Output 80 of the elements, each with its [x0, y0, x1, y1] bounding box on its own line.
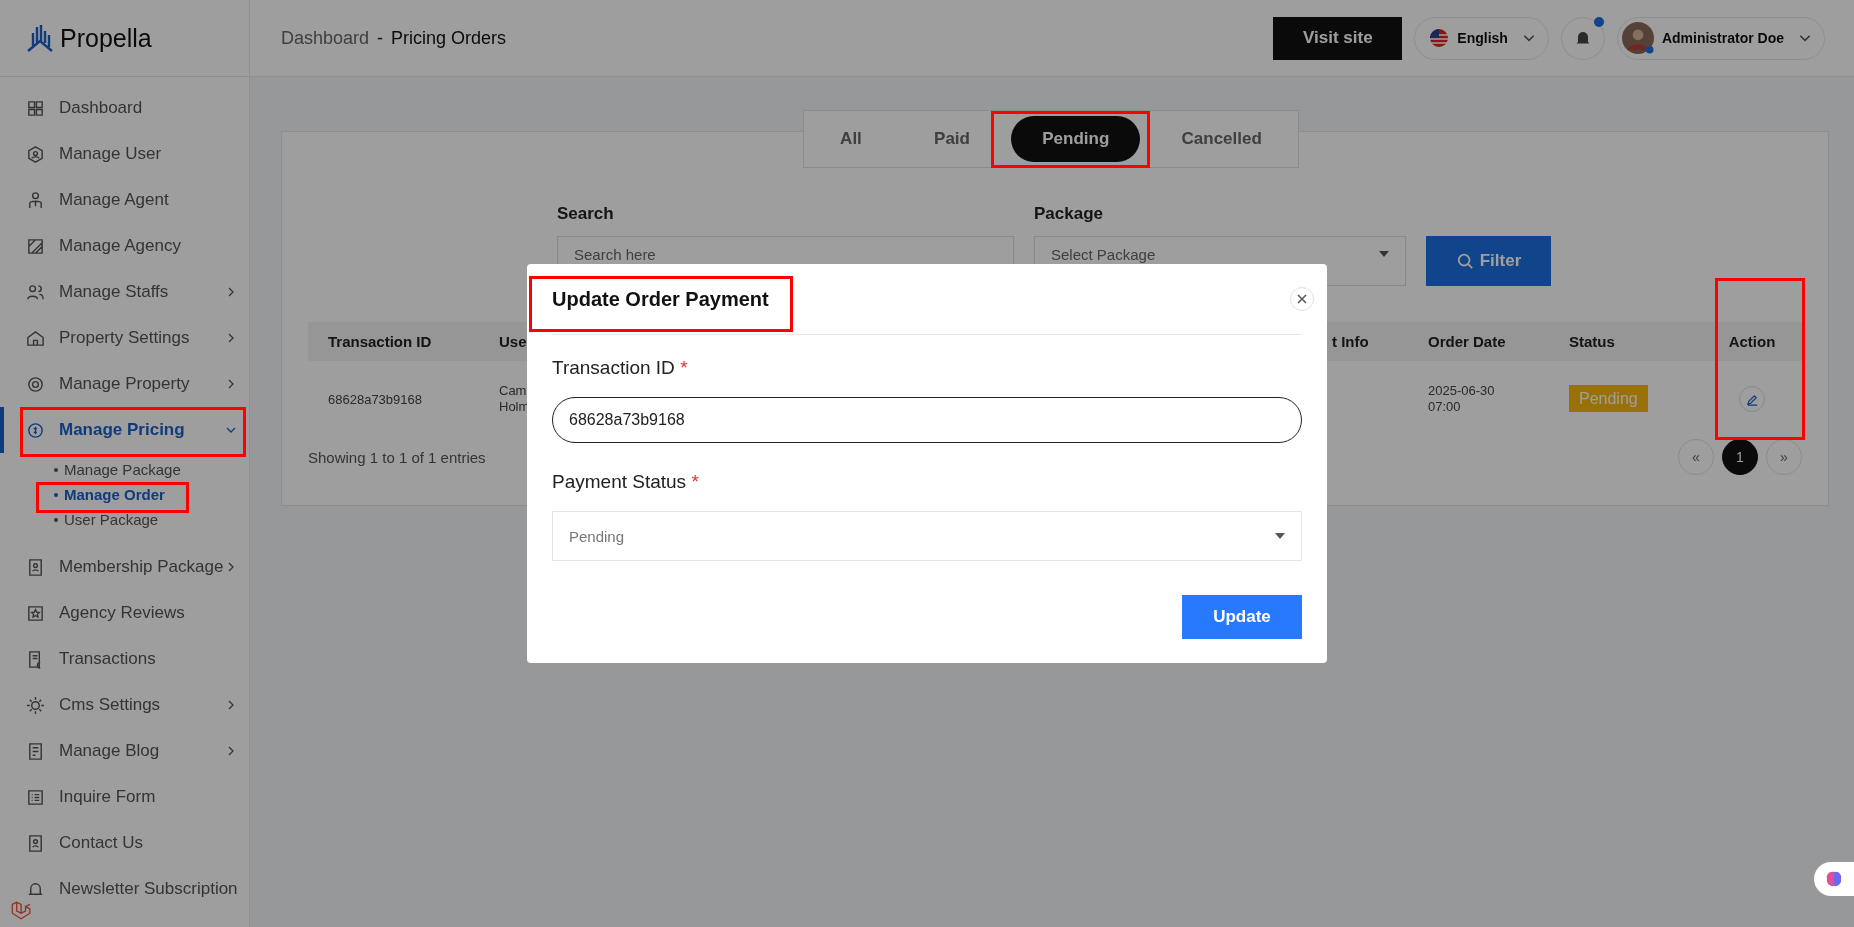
page-title: Pricing Orders	[391, 27, 507, 49]
sidebar-item[interactable]: Membership Package	[0, 544, 249, 590]
sidebar-item[interactable]: Manage User	[0, 131, 249, 177]
table-cell-text: 68628a73b9168	[327, 391, 423, 407]
menu-icon	[26, 741, 45, 761]
sidebar-item[interactable]: Manage Pricing	[0, 407, 249, 453]
payment-status-select[interactable]: Pending	[552, 511, 1302, 561]
menu-icon	[26, 603, 45, 623]
field-label: Package	[1034, 204, 1104, 224]
visit-site-button[interactable]: Visit site	[1273, 16, 1403, 60]
column-header: t Info	[1331, 333, 1370, 350]
entries-info: Showing 1 to 1 of 1 entries	[308, 448, 486, 466]
sidebar-item[interactable]: Manage Staffs	[0, 269, 249, 315]
column-header: Transaction ID	[327, 333, 433, 350]
submenu-item[interactable]: User Package	[54, 507, 159, 532]
page-button[interactable]: »	[1766, 439, 1802, 475]
breadcrumb-link[interactable]: Dashboard	[281, 27, 370, 49]
sidebar-item[interactable]: Contact Us	[0, 820, 249, 866]
sidebar-item[interactable]: Inquire Form	[0, 774, 249, 820]
brain-icon	[1824, 869, 1844, 889]
menu-icon	[26, 98, 45, 118]
menu-icon	[26, 328, 45, 348]
submenu-item[interactable]: Manage Order	[54, 482, 165, 507]
status-badge: Pending	[1569, 385, 1648, 412]
user-menu[interactable]: Administrator Doe	[1616, 16, 1825, 60]
sidebar-item[interactable]: Property Settings	[0, 315, 249, 361]
edit-icon	[1745, 392, 1759, 406]
logo-icon	[9, 900, 31, 922]
field-label: Search	[557, 204, 615, 224]
field-label: Transaction ID *	[552, 357, 689, 379]
menu-icon	[26, 420, 45, 440]
caret-icon	[1275, 533, 1285, 539]
column-header: Use	[498, 333, 528, 350]
sidebar-item[interactable]: Manage Agent	[0, 177, 249, 223]
menu-icon	[26, 374, 45, 394]
transaction-id-field[interactable]: 68628a73b9168	[552, 397, 1302, 443]
avatar-icon	[1621, 22, 1654, 54]
filter-button[interactable]: Filter	[1426, 236, 1551, 286]
page-button[interactable]: «	[1678, 439, 1714, 475]
breadcrumb-separator: -	[377, 27, 384, 49]
table-cell-text: 2025-06-30 07:00	[1427, 382, 1496, 416]
sidebar-item[interactable]: Manage Property	[0, 361, 249, 407]
logo-text: Propella	[60, 23, 152, 53]
sidebar-item[interactable]: Manage Agency	[0, 223, 249, 269]
sidebar-item[interactable]: Manage Blog	[0, 728, 249, 774]
column-header: Action	[1727, 333, 1777, 350]
update-button[interactable]: Update	[1182, 595, 1302, 639]
logo-icon	[26, 23, 54, 53]
sidebar-item[interactable]: Cms Settings	[0, 682, 249, 728]
close-button[interactable]	[1290, 287, 1314, 311]
submenu-item[interactable]: Manage Package	[54, 457, 181, 482]
menu-icon	[26, 144, 45, 164]
close-icon	[1297, 294, 1307, 304]
filter-tab[interactable]: Pending	[1011, 116, 1141, 162]
filter-tab[interactable]: All	[809, 116, 893, 162]
filter-tab[interactable]: Paid	[903, 116, 1001, 162]
menu-icon	[26, 787, 45, 807]
edit-button[interactable]	[1739, 386, 1765, 412]
menu-icon	[26, 833, 45, 853]
filter-tab[interactable]: Cancelled	[1150, 116, 1293, 162]
menu-icon	[26, 282, 45, 302]
page-button[interactable]: 1	[1722, 439, 1758, 475]
caret-icon	[1379, 251, 1389, 257]
flag-icon	[1429, 28, 1450, 48]
menu-icon	[26, 236, 45, 256]
menu-icon	[26, 695, 45, 715]
field-label: Payment Status *	[552, 471, 700, 493]
menu-icon	[26, 190, 45, 210]
search-icon	[1455, 252, 1474, 270]
menu-icon	[26, 557, 45, 577]
sidebar-item[interactable]: Newsletter Subscription	[0, 866, 249, 912]
language-selector[interactable]: English	[1414, 16, 1549, 60]
sidebar-item[interactable]: Transactions	[0, 636, 249, 682]
sidebar-item[interactable]: Agency Reviews	[0, 590, 249, 636]
modal-title: Update Order Payment	[552, 287, 769, 311]
notification-button[interactable]	[1560, 16, 1605, 60]
column-header: Status	[1568, 333, 1616, 350]
assistant-button[interactable]	[1814, 862, 1854, 896]
sidebar-item[interactable]: Dashboard	[0, 85, 249, 131]
column-header: Order Date	[1427, 333, 1507, 350]
